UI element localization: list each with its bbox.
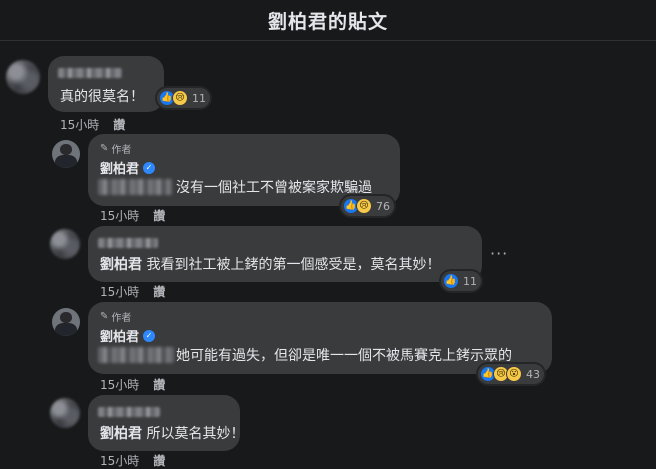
reply-meta: 15小時 讚: [100, 376, 165, 393]
page-title: 劉柏君的貼文: [267, 10, 388, 33]
sad-icon: 😢: [172, 90, 188, 106]
author-tag: ✎ 作者: [100, 141, 131, 156]
comment-body: 我看到社工被上銬的第一個感受是，莫名其妙！: [146, 257, 441, 273]
blurred-commenter-name[interactable]: [58, 68, 122, 78]
comment-meta: 15小時 讚: [100, 283, 165, 300]
comment-body: 所以莫名其妙！: [146, 426, 245, 442]
like-button[interactable]: 讚: [153, 452, 165, 469]
reply-meta: 15小時 讚: [100, 207, 165, 224]
pencil-icon: ✎: [100, 311, 109, 322]
reaction-summary[interactable]: 👍 😢 76: [341, 196, 394, 216]
pencil-icon: ✎: [100, 143, 109, 154]
like-icon: 👍: [443, 273, 459, 289]
blurred-commenter-name[interactable]: [98, 407, 160, 417]
verified-badge-icon: ✓: [143, 161, 156, 174]
sad-icon: 😢: [356, 198, 372, 214]
reply-text: 她可能有過失，但卻是唯一一個不被馬賽克上銬示眾的: [176, 348, 512, 364]
mention-link[interactable]: 劉柏君: [100, 426, 142, 442]
timestamp[interactable]: 15小時: [100, 283, 139, 300]
commenter-avatar[interactable]: [6, 60, 40, 94]
comment-text: 劉柏君 所以莫名其妙！: [100, 423, 244, 443]
mention-link[interactable]: 劉柏君: [100, 257, 142, 273]
author-name[interactable]: 劉柏君 ✓: [100, 158, 156, 177]
author-name-label[interactable]: 劉柏君: [100, 158, 139, 177]
wow-icon: 😮: [506, 366, 522, 382]
reaction-count: 11: [192, 91, 206, 105]
author-avatar[interactable]: [52, 308, 80, 336]
reaction-count: 43: [526, 367, 540, 381]
comment-bubble: 劉柏君 我看到社工被上銬的第一個感受是，莫名其妙！: [88, 226, 482, 282]
reply-bubble: ✎ 作者 劉柏君 ✓ 她可能有過失，但卻是唯一一個不被馬賽克上銬示眾的: [88, 302, 552, 374]
commenter-avatar[interactable]: [50, 398, 80, 428]
commenter-avatar[interactable]: [50, 229, 80, 259]
author-tag-label: 作者: [111, 313, 132, 324]
like-button[interactable]: 讚: [113, 116, 125, 133]
author-tag-label: 作者: [111, 145, 132, 156]
more-options-icon[interactable]: ···: [490, 244, 508, 263]
comment-bubble: 真的很莫名！: [48, 56, 164, 112]
reaction-summary[interactable]: 👍 😢 11: [157, 88, 210, 108]
like-button[interactable]: 讚: [153, 207, 165, 224]
timestamp[interactable]: 15小時: [100, 207, 139, 224]
blurred-mention-tag[interactable]: [98, 179, 172, 195]
reply-text: 沒有一個社工不曾被案家欺騙過: [176, 180, 372, 196]
comment-meta: 15小時 讚: [60, 116, 125, 133]
like-button[interactable]: 讚: [153, 376, 165, 393]
timestamp[interactable]: 15小時: [100, 376, 139, 393]
author-avatar[interactable]: [52, 140, 80, 168]
blurred-mention-tag[interactable]: [98, 347, 174, 363]
reaction-summary[interactable]: 👍 11: [441, 271, 481, 291]
blurred-commenter-name[interactable]: [98, 238, 158, 248]
reaction-count: 76: [376, 199, 390, 213]
timestamp[interactable]: 15小時: [60, 116, 99, 133]
author-tag: ✎ 作者: [100, 309, 131, 324]
comment-meta: 15小時 讚: [100, 452, 165, 469]
verified-badge-icon: ✓: [143, 329, 156, 342]
timestamp[interactable]: 15小時: [100, 452, 139, 469]
comment-bubble: 劉柏君 所以莫名其妙！: [88, 395, 244, 451]
like-button[interactable]: 讚: [153, 283, 165, 300]
page-header: 劉柏君的貼文: [0, 0, 656, 41]
reaction-count: 11: [463, 274, 477, 288]
reaction-summary[interactable]: 👍 😢 😮 43: [478, 364, 544, 384]
comment-text: 真的很莫名！: [60, 89, 144, 105]
author-name-label[interactable]: 劉柏君: [100, 326, 139, 345]
comment-text: 劉柏君 我看到社工被上銬的第一個感受是，莫名其妙！: [100, 254, 440, 274]
author-name[interactable]: 劉柏君 ✓: [100, 326, 156, 345]
